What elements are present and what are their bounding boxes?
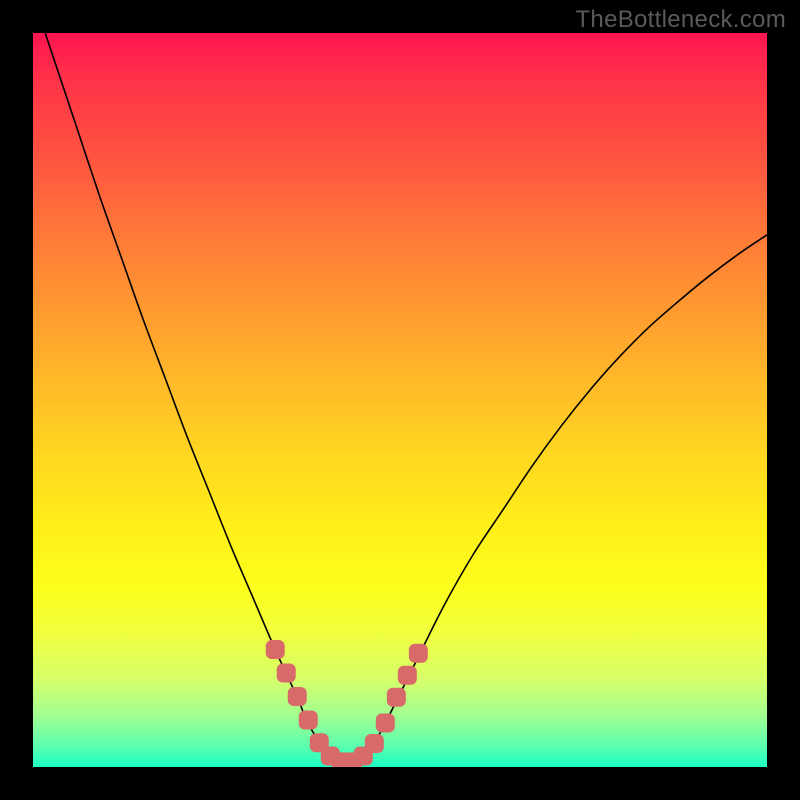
highlight-marker: [266, 640, 285, 659]
chart-plot-area: [33, 33, 767, 767]
highlight-marker: [387, 688, 406, 707]
highlight-marker: [376, 713, 395, 732]
highlight-marker: [409, 644, 428, 663]
highlight-marker: [365, 734, 384, 753]
highlight-marker: [277, 664, 296, 683]
watermark-text: TheBottleneck.com: [575, 6, 786, 34]
highlight-marker: [398, 666, 417, 685]
bottleneck-curve: [33, 33, 767, 764]
highlight-markers: [266, 640, 428, 767]
highlight-marker: [299, 711, 318, 730]
highlight-marker: [288, 687, 307, 706]
chart-svg: [33, 33, 767, 767]
